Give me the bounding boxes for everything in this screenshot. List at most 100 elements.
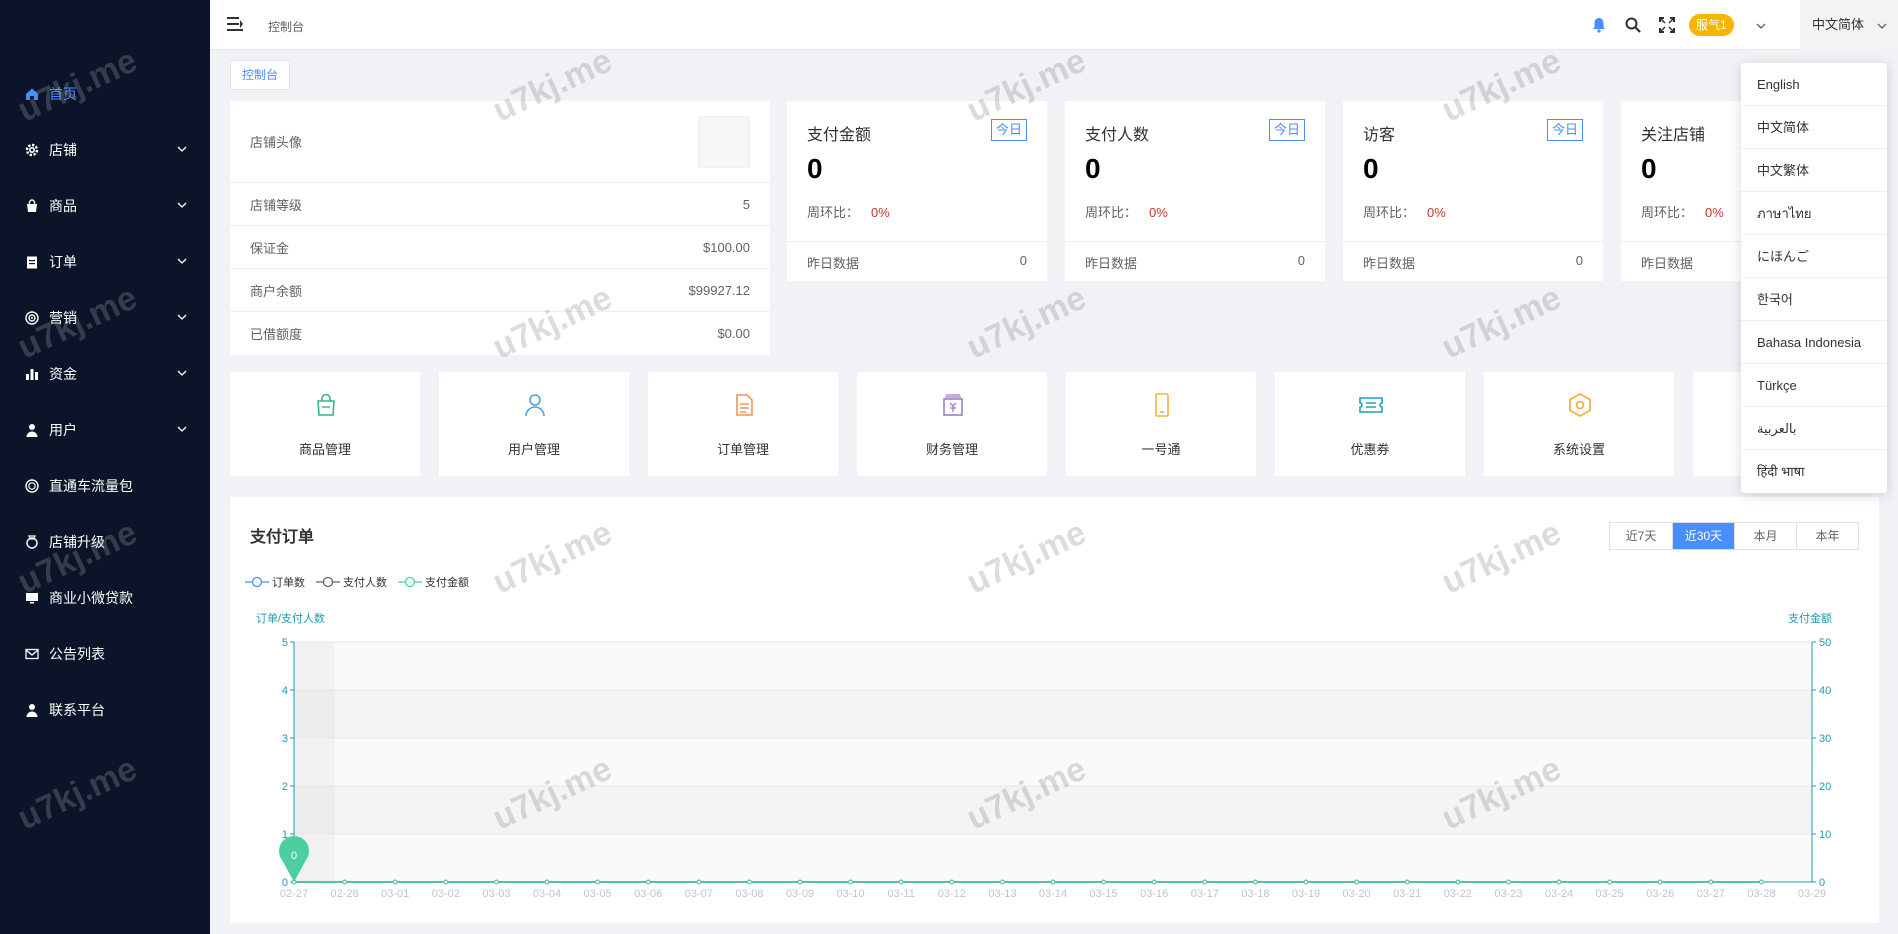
quick-action-orders[interactable]: 订单管理 (648, 372, 838, 476)
sidebar-item-home[interactable]: 首页 (0, 66, 210, 122)
language-option-english[interactable]: English (1741, 63, 1887, 106)
x-tick-label: 03-15 (1090, 888, 1118, 900)
sidebar-item-shop[interactable]: 店铺 (0, 122, 210, 178)
sidebar-item-contact-platform[interactable]: 联系平台 (0, 682, 210, 738)
shop-row-credit: 已借额度 $0.00 (230, 312, 770, 355)
user-icon (24, 422, 40, 438)
monitor-icon (24, 590, 40, 606)
data-point (1759, 879, 1764, 885)
sidebar-item-shop-upgrade[interactable]: 店铺升级 (0, 514, 210, 570)
language-option-traditional-chinese[interactable]: 中文繁体 (1741, 149, 1887, 192)
sidebar-item-label: 资金 (49, 366, 77, 382)
sidebar: 首页 店铺 商品 订单 营销 资金 用户 直通车流量包 店铺升级 商业小微贷款 … (0, 0, 210, 934)
quick-action-users[interactable]: 用户管理 (439, 372, 629, 476)
x-tick-label: 03-05 (584, 888, 612, 900)
data-point (645, 879, 651, 885)
sidebar-item-micro-loan[interactable]: 商业小微贷款 (0, 570, 210, 626)
data-point (392, 879, 398, 885)
language-option-turkish[interactable]: Türkçe (1741, 364, 1887, 407)
quick-action-finance[interactable]: 财务管理 (857, 372, 1047, 476)
stat-period-tag: 今日 (1546, 119, 1583, 141)
x-tick-label: 03-11 (888, 888, 915, 900)
y-tick-label-left: 5 (282, 637, 288, 649)
x-tick-label: 03-20 (1343, 888, 1371, 900)
stat-value: 0 (1085, 153, 1101, 184)
data-point (443, 879, 449, 885)
shop-row-value: $99927.12 (688, 282, 750, 298)
x-tick-label: 03-10 (837, 888, 865, 900)
language-selector[interactable]: 中文简体 (1800, 0, 1898, 50)
y-tick-label-left: 3 (282, 733, 288, 745)
language-option-japanese[interactable]: にほんご (1741, 235, 1887, 278)
language-dropdown: English 中文简体 中文繁体 ภาษาไทย にほんご 한국어 Bahas… (1741, 63, 1887, 493)
sidebar-item-users[interactable]: 用户 (0, 402, 210, 458)
language-option-simplified-chinese[interactable]: 中文简体 (1741, 106, 1887, 149)
data-point (1607, 879, 1612, 885)
y-tick-label-right: 20 (1819, 781, 1831, 793)
stat-card-visitors: 访客 今日 0 周环比： 0% 昨日数据 0 (1343, 101, 1603, 281)
language-option-hindi[interactable]: हिंदी भाषा (1741, 450, 1887, 493)
x-tick-label: 03-25 (1596, 888, 1624, 900)
data-point (1101, 879, 1106, 885)
data-point (1303, 879, 1309, 885)
stat-yesterday-label: 昨日数据 (1641, 256, 1694, 271)
sidebar-item-label: 店铺升级 (49, 534, 105, 550)
breadcrumb[interactable]: 控制台 (268, 18, 304, 35)
x-tick-label: 03-22 (1444, 888, 1472, 900)
quick-action-one-pass[interactable]: 一号通 (1066, 372, 1256, 476)
user-icon (525, 394, 545, 417)
quick-action-products[interactable]: 商品管理 (230, 372, 420, 476)
shopping-bag-icon (317, 393, 335, 416)
language-option-arabic[interactable]: بالعربية (1741, 407, 1887, 450)
stat-ratio: 周环比： 0% (1363, 202, 1446, 221)
data-point (949, 879, 955, 885)
target-icon (24, 310, 40, 326)
language-option-korean[interactable]: 한국어 (1741, 278, 1887, 321)
stat-ratio-label: 周环比： (1085, 205, 1138, 220)
sidebar-item-funds[interactable]: 资金 (0, 346, 210, 402)
data-point (747, 879, 752, 885)
shop-row-deposit: 保证金 $100.00 (230, 226, 770, 269)
menu-fold-icon[interactable] (226, 15, 244, 33)
x-tick-label: 03-16 (1140, 888, 1168, 900)
language-option-indonesian[interactable]: Bahasa Indonesia (1741, 321, 1887, 364)
user-badge[interactable]: 服气1 (1689, 14, 1734, 36)
bag-icon (24, 198, 40, 214)
sidebar-item-marketing[interactable]: 营销 (0, 290, 210, 346)
data-point (797, 879, 803, 885)
clipboard-icon (24, 254, 40, 270)
fullscreen-icon[interactable] (1658, 16, 1676, 34)
tab-dashboard[interactable]: 控制台 (230, 60, 290, 90)
sidebar-item-orders[interactable]: 订单 (0, 234, 210, 290)
quick-action-system-settings[interactable]: 系统设置 (1484, 372, 1674, 476)
divider (1343, 241, 1603, 242)
user-icon (24, 702, 40, 718)
shop-row-avatar: 店铺头像 (230, 101, 770, 183)
sidebar-item-label: 商品 (49, 198, 77, 214)
quick-action-label: 商品管理 (298, 442, 351, 457)
hexagon-gear-icon (1569, 392, 1591, 418)
x-tick-label: 03-23 (1494, 888, 1522, 900)
wallet-icon (943, 394, 963, 416)
sidebar-item-products[interactable]: 商品 (0, 178, 210, 234)
quick-action-coupons[interactable]: 优惠券 (1275, 372, 1465, 476)
sidebar-item-label: 用户 (49, 422, 77, 438)
chevron-down-icon[interactable] (1755, 20, 1767, 32)
language-option-thai[interactable]: ภาษาไทย (1741, 192, 1887, 235)
data-point (544, 879, 550, 885)
line-chart: 订单/支付人数 支付金额0123450102030405002-27 02-28 03… (256, 611, 1832, 900)
x-tick-label: 03-19 (1292, 888, 1320, 900)
sidebar-item-announcements[interactable]: 公告列表 (0, 626, 210, 682)
home-icon (24, 86, 40, 102)
shop-row-value: $100.00 (703, 239, 750, 255)
bell-icon[interactable] (1590, 16, 1608, 34)
x-tick-label: 02-27 (280, 888, 308, 900)
shop-row-label: 保证金 (250, 240, 290, 256)
sidebar-item-traffic-package[interactable]: 直通车流量包 (0, 458, 210, 514)
x-tick-label: 03-28 (1747, 888, 1775, 900)
ticket-icon (1359, 397, 1383, 413)
search-icon[interactable] (1624, 16, 1642, 34)
sidebar-item-label: 直通车流量包 (49, 478, 133, 494)
stat-yesterday-label: 昨日数据 (807, 256, 860, 271)
data-point (1202, 879, 1208, 885)
